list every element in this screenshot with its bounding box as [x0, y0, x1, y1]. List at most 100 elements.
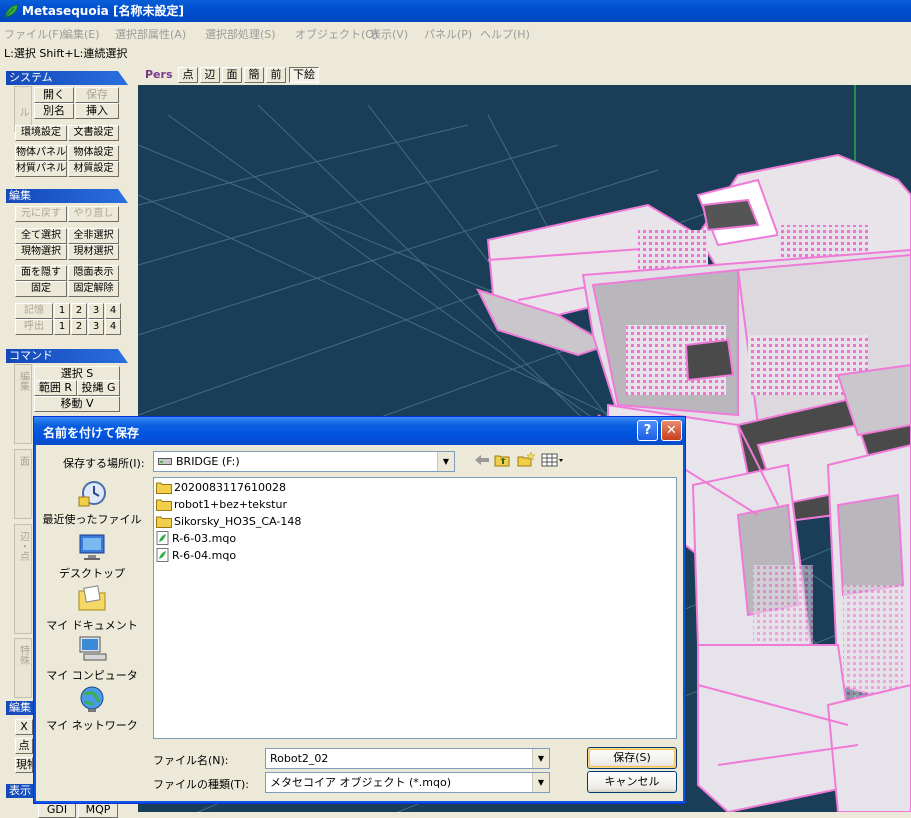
help-button[interactable]: ?: [637, 420, 658, 441]
window-title: Metasequoia [名称未設定]: [22, 4, 184, 18]
current-object-select-button[interactable]: 現物選択: [15, 244, 67, 260]
undo-button[interactable]: 元に戻す: [15, 206, 67, 222]
list-item[interactable]: R-6-04.mqo: [156, 548, 236, 564]
front-display-toggle[interactable]: 前: [266, 67, 286, 83]
recent-files-clock-icon: [78, 481, 106, 507]
app-titlebar: Metasequoia [名称未設定]: [0, 0, 911, 22]
vertex-display-toggle[interactable]: 点: [178, 67, 198, 83]
save-location-value: BRIDGE (F:): [176, 455, 240, 468]
folder-icon: [156, 482, 172, 494]
new-folder-icon[interactable]: [517, 452, 535, 468]
chevron-down-icon[interactable]: ▼: [532, 773, 549, 792]
back-icon[interactable]: [473, 452, 491, 468]
memory-button[interactable]: 記憶: [15, 303, 53, 319]
menu-help[interactable]: ヘルプ(H): [480, 26, 530, 42]
deselect-all-button[interactable]: 全非選択: [68, 228, 119, 244]
material-settings-button[interactable]: 材質設定: [68, 161, 119, 177]
lock-button[interactable]: 固定: [15, 281, 67, 297]
place-my-network[interactable]: マイ ネットワーク: [37, 683, 147, 733]
recall-slot-3[interactable]: 3: [88, 319, 104, 335]
file-list[interactable]: 2020083117610028 robot1+bez+tekstur Siko…: [153, 477, 677, 739]
save-as-button[interactable]: 別名: [34, 103, 74, 119]
save-button[interactable]: 保存(S): [587, 747, 677, 769]
range-tool-button[interactable]: 範囲 R: [34, 380, 77, 396]
edit-vertical-tab[interactable]: 編集: [14, 364, 32, 444]
menu-view[interactable]: 表示(V): [370, 26, 408, 42]
face-display-toggle[interactable]: 面: [222, 67, 242, 83]
memory-slot-4[interactable]: 4: [105, 303, 121, 319]
memory-slot-2[interactable]: 2: [71, 303, 87, 319]
filetype-value: メタセコイア オブジェクト (*.mqo): [270, 776, 451, 789]
mqp-tab[interactable]: MQP: [78, 802, 118, 818]
save-as-dialog: 名前を付けて保存 ? ✕ 保存する場所(I): BRIDGE (F:) ▼ 最近…: [33, 416, 686, 804]
place-recent-files[interactable]: 最近使ったファイル: [37, 477, 147, 527]
close-button[interactable]: ✕: [661, 420, 682, 441]
object-settings-button[interactable]: 物体設定: [68, 145, 119, 161]
list-item[interactable]: R-6-03.mqo: [156, 531, 236, 547]
edge-point-vertical-tab[interactable]: 辺・点: [14, 524, 32, 634]
environment-settings-button[interactable]: 環境設定: [15, 125, 67, 141]
chevron-down-icon[interactable]: ▼: [437, 452, 454, 471]
current-object-button[interactable]: 現物: [15, 757, 33, 773]
current-material-select-button[interactable]: 現材選択: [68, 244, 119, 260]
view-menu-icon[interactable]: [541, 452, 565, 468]
list-item[interactable]: robot1+bez+tekstur: [156, 497, 287, 513]
object-panel-button[interactable]: 物体パネル: [15, 145, 67, 161]
edit-section-header[interactable]: 編集: [6, 189, 128, 203]
menu-object[interactable]: オブジェクト(O): [295, 26, 378, 42]
place-my-documents-label: マイ ドキュメント: [46, 619, 138, 632]
menu-panel[interactable]: パネル(P): [424, 26, 472, 42]
menu-selection-process[interactable]: 選択部処理(S): [205, 26, 276, 42]
mqo-file-icon: [156, 531, 169, 545]
document-settings-button[interactable]: 文書設定: [68, 125, 119, 141]
dialog-title: 名前を付けて保存: [43, 426, 140, 440]
memory-slot-3[interactable]: 3: [88, 303, 104, 319]
memory-slot-1[interactable]: 1: [54, 303, 70, 319]
dialog-titlebar[interactable]: 名前を付けて保存 ? ✕: [34, 417, 685, 445]
place-my-computer[interactable]: マイ コンピュータ: [37, 633, 147, 683]
view-toolbar: Pers 点 辺 面 簡 前 下絵: [138, 66, 911, 85]
redo-button[interactable]: やり直し: [68, 206, 119, 222]
file-name: robot1+bez+tekstur: [174, 498, 287, 511]
background-image-toggle[interactable]: 下絵: [289, 67, 319, 83]
hide-faces-button[interactable]: 面を隠す: [15, 265, 67, 281]
material-panel-button[interactable]: 材質パネル: [15, 161, 67, 177]
gdi-tab[interactable]: GDI: [38, 802, 76, 818]
recall-slot-4[interactable]: 4: [105, 319, 121, 335]
list-item[interactable]: Sikorsky_HO3S_CA-148: [156, 514, 301, 530]
place-my-network-label: マイ ネットワーク: [46, 719, 138, 732]
filename-input[interactable]: Robot2_02 ▼: [265, 748, 550, 769]
recall-slot-1[interactable]: 1: [54, 319, 70, 335]
cancel-button[interactable]: キャンセル: [587, 771, 677, 793]
move-tool-button[interactable]: 移動 V: [34, 396, 120, 412]
show-hidden-button[interactable]: 隠面表示: [68, 265, 119, 281]
x-axis-button[interactable]: X: [15, 719, 33, 735]
place-desktop[interactable]: デスクトップ: [37, 531, 147, 581]
lasso-tool-button[interactable]: 投縄 G: [77, 380, 120, 396]
filetype-dropdown[interactable]: メタセコイア オブジェクト (*.mqo) ▼: [265, 772, 550, 793]
menu-file[interactable]: ファイル(F): [4, 26, 63, 42]
edge-display-toggle[interactable]: 辺: [200, 67, 220, 83]
recall-button[interactable]: 呼出: [15, 319, 53, 335]
perspective-label[interactable]: Pers: [145, 68, 173, 81]
up-folder-icon[interactable]: [494, 452, 512, 468]
save-panel-button[interactable]: 保存: [75, 87, 119, 103]
list-item[interactable]: 2020083117610028: [156, 480, 286, 496]
place-my-documents[interactable]: マイ ドキュメント: [37, 583, 147, 633]
special-vertical-tab[interactable]: 特殊: [14, 638, 32, 698]
unlock-button[interactable]: 固定解除: [68, 281, 119, 297]
menu-selection-attributes[interactable]: 選択部属性(A): [115, 26, 186, 42]
command-section-header[interactable]: コマンド: [6, 349, 128, 363]
status-hint: L:選択 Shift+L:連続選択: [4, 47, 128, 60]
open-button[interactable]: 開く: [34, 87, 74, 103]
point-mode-button[interactable]: 点: [15, 738, 33, 754]
face-vertical-tab[interactable]: 面: [14, 449, 32, 519]
select-all-button[interactable]: 全て選択: [15, 228, 67, 244]
menu-edit[interactable]: 編集(E): [62, 26, 100, 42]
simple-display-toggle[interactable]: 簡: [244, 67, 264, 83]
chevron-down-icon[interactable]: ▼: [532, 749, 549, 768]
insert-button[interactable]: 挿入: [75, 103, 119, 119]
system-section-header[interactable]: システム: [6, 71, 128, 85]
recall-slot-2[interactable]: 2: [71, 319, 87, 335]
save-location-dropdown[interactable]: BRIDGE (F:) ▼: [153, 451, 455, 472]
